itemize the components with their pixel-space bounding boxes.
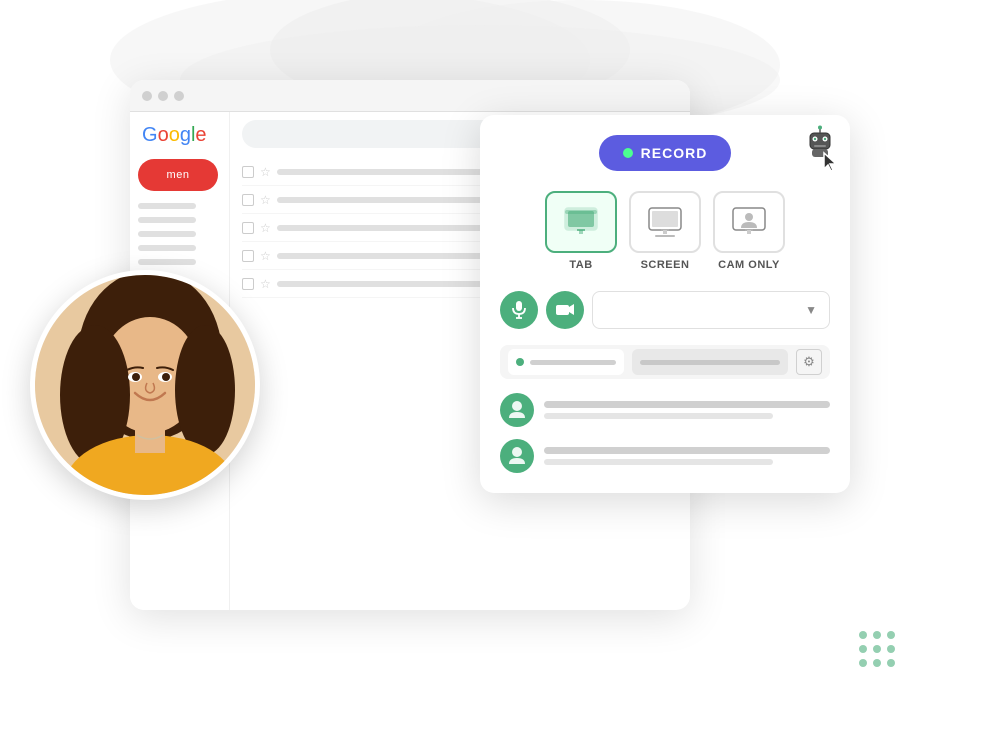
gmail-nav-item — [138, 245, 196, 251]
inactive-tab[interactable] — [632, 349, 788, 375]
email-checkbox[interactable] — [242, 166, 254, 178]
dot — [873, 631, 881, 639]
cam-only-mode-option[interactable]: CAM ONLY — [713, 191, 785, 271]
user-line-1 — [544, 401, 830, 408]
compose-label: men — [167, 169, 190, 181]
dot — [887, 645, 895, 653]
email-star[interactable]: ☆ — [260, 165, 271, 179]
tab-mode-option[interactable]: TAB — [545, 191, 617, 271]
tab-line — [530, 360, 616, 365]
mic-icon — [510, 300, 528, 320]
cam-only-mode-label: CAM ONLY — [718, 259, 780, 271]
tab-mode-icon-box[interactable] — [545, 191, 617, 253]
gmail-nav-item — [138, 231, 196, 237]
settings-gear-icon[interactable]: ⚙ — [796, 349, 822, 375]
screen-mode-label: SCREEN — [641, 259, 690, 271]
camera-icon — [555, 302, 575, 318]
tab-bar-row: ⚙ — [500, 345, 830, 379]
user-info-lines — [544, 401, 830, 419]
dot — [873, 645, 881, 653]
email-checkbox[interactable] — [242, 250, 254, 262]
user-avatar-icon — [508, 400, 526, 420]
email-checkbox[interactable] — [242, 194, 254, 206]
tab-line-inactive — [640, 360, 780, 365]
screen-mode-option[interactable]: SCREEN — [629, 191, 701, 271]
person-illustration — [35, 275, 260, 500]
browser-dot-yellow — [158, 91, 168, 101]
tab-mode-icon — [563, 206, 599, 238]
browser-titlebar — [130, 80, 690, 112]
user-line-2 — [544, 413, 773, 419]
dot — [859, 645, 867, 653]
browser-dot-red — [142, 91, 152, 101]
dot — [887, 631, 895, 639]
user-avatar-icon — [508, 446, 526, 466]
record-label: RECORD — [641, 145, 708, 161]
cam-only-mode-icon-box[interactable] — [713, 191, 785, 253]
screen-mode-icon-box[interactable] — [629, 191, 701, 253]
user-list — [500, 393, 830, 473]
mode-options: TAB SCREEN — [500, 191, 830, 271]
gmail-nav-item — [138, 217, 196, 223]
decoration-dots — [859, 631, 895, 667]
email-star[interactable]: ☆ — [260, 249, 271, 263]
main-scene: Google men ☆ — [0, 0, 990, 747]
record-indicator — [623, 148, 633, 158]
mic-button[interactable] — [500, 291, 538, 329]
email-star[interactable]: ☆ — [260, 277, 271, 291]
dot — [859, 659, 867, 667]
av-dropdown[interactable]: ▼ — [592, 291, 830, 329]
email-checkbox[interactable] — [242, 222, 254, 234]
dropdown-arrow-icon: ▼ — [805, 303, 817, 317]
gmail-nav-item — [138, 203, 196, 209]
browser-dot-green — [174, 91, 184, 101]
logo-g: G — [142, 124, 158, 147]
email-checkbox[interactable] — [242, 278, 254, 290]
av-controls: ▼ — [500, 291, 830, 329]
active-tab[interactable] — [508, 349, 624, 375]
user-row — [500, 439, 830, 473]
gmail-logo: Google — [138, 124, 221, 147]
user-avatar — [500, 393, 534, 427]
user-info-lines — [544, 447, 830, 465]
dot — [873, 659, 881, 667]
record-button[interactable]: RECORD — [599, 135, 732, 171]
camera-button[interactable] — [546, 291, 584, 329]
user-row — [500, 393, 830, 427]
tab-indicator — [516, 358, 524, 366]
dot — [859, 631, 867, 639]
user-avatar — [500, 439, 534, 473]
recording-popup: RECORD TAB — [480, 115, 850, 493]
robot-icon-container — [802, 125, 838, 161]
gmail-nav-item — [138, 259, 196, 265]
screen-mode-icon — [647, 206, 683, 238]
cursor-icon — [822, 151, 840, 173]
user-line-2 — [544, 459, 773, 465]
cam-only-mode-icon — [731, 206, 767, 238]
user-line-1 — [544, 447, 830, 454]
tab-mode-label: TAB — [569, 259, 592, 271]
email-star[interactable]: ☆ — [260, 221, 271, 235]
email-star[interactable]: ☆ — [260, 193, 271, 207]
gmail-compose-button[interactable]: men — [138, 159, 218, 191]
dot — [887, 659, 895, 667]
profile-photo — [30, 270, 260, 500]
